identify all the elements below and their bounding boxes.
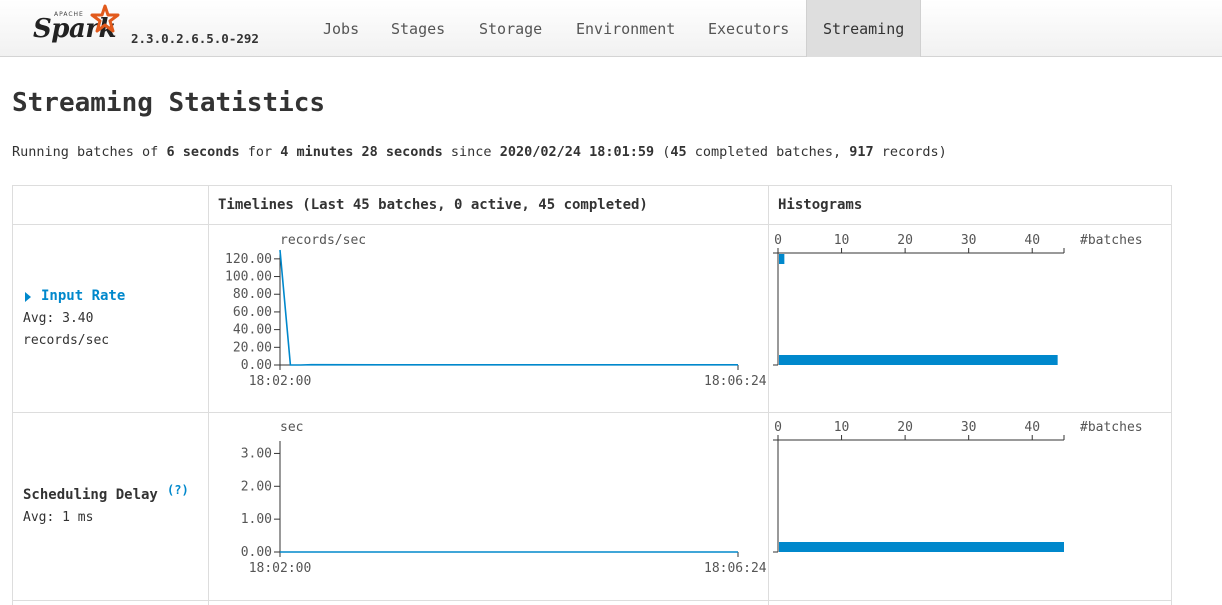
- y-axis-label: records/sec: [280, 233, 366, 248]
- x-tick-label: 30: [961, 420, 977, 435]
- page-title: Streaming Statistics: [12, 88, 326, 118]
- y-tick-label: 40.00: [233, 323, 272, 338]
- x-tick-label: 10: [834, 420, 850, 435]
- y-tick-label: 2.00: [241, 479, 272, 494]
- input-rate-avg-value: Avg: 3.40: [23, 311, 94, 326]
- x-axis-label: #batches: [1080, 233, 1143, 248]
- x-axis-label: #batches: [1080, 420, 1143, 435]
- tab-executors[interactable]: Executors: [692, 0, 805, 57]
- run-duration: 4 minutes 28 seconds: [280, 144, 443, 160]
- version-label: 2.3.0.2.6.5.0-292: [131, 31, 259, 46]
- y-tick-label: 1.00: [241, 512, 272, 527]
- histograms-header: Histograms: [778, 197, 863, 213]
- x-tick-label: 18:06:24: [704, 374, 767, 389]
- y-tick-label: 0.00: [241, 545, 272, 560]
- histogram-bar: [779, 254, 785, 264]
- tab-jobs[interactable]: Jobs: [307, 0, 375, 57]
- spark-star-icon: [90, 4, 120, 33]
- triangle-right-icon[interactable]: [25, 292, 31, 302]
- scheduling-delay-timeline-chart: sec 0.00 1.00 2.00 3.00 18:02:00 18:06:24: [241, 420, 767, 576]
- x-tick-label: 20: [897, 420, 913, 435]
- row-divider: [13, 600, 1171, 601]
- tab-streaming[interactable]: Streaming: [806, 0, 921, 57]
- y-tick-label: 80.00: [233, 287, 272, 302]
- y-tick-label: 20.00: [233, 340, 272, 355]
- timelines-header: Timelines (Last 45 batches, 0 active, 45…: [218, 197, 648, 213]
- scheduling-delay-avg: Avg: 1 ms: [23, 510, 94, 525]
- x-tick-label: 18:02:00: [249, 374, 312, 389]
- histogram-bar: [779, 355, 1058, 365]
- x-tick-label: 18:02:00: [249, 561, 312, 576]
- input-rate-histogram-chart: 0 10 20 30 40 #batches: [773, 233, 1143, 366]
- spark-logo[interactable]: APACHE Spark: [30, 2, 130, 50]
- tab-storage[interactable]: Storage: [463, 0, 558, 57]
- x-tick-label: 20: [897, 233, 913, 248]
- x-tick-label: 0: [774, 420, 782, 435]
- summary-text: Running batches of: [12, 144, 167, 160]
- top-navbar: APACHE Spark 2.3.0.2.6.5.0-292 Jobs Stag…: [0, 0, 1222, 57]
- scheduling-delay-histogram-chart: 0 10 20 30 40 #batches: [773, 420, 1143, 553]
- x-tick-label: 40: [1024, 233, 1040, 248]
- summary-text: completed batches,: [686, 144, 850, 160]
- summary-text: for: [239, 144, 281, 160]
- x-tick-label: 0: [774, 233, 782, 248]
- completed-batches-count: 45: [670, 144, 687, 160]
- y-tick-label: 100.00: [225, 270, 272, 285]
- start-time: 2020/02/24 18:01:59: [499, 144, 655, 160]
- input-rate-avg: Avg: 3.40 records/sec: [23, 308, 109, 352]
- records-count: 917: [849, 144, 874, 160]
- series-line: [279, 249, 738, 366]
- x-tick-label: 18:06:24: [704, 561, 767, 576]
- y-tick-label: 0.00: [241, 358, 272, 373]
- help-icon[interactable]: (?): [167, 483, 189, 497]
- y-tick-label: 120.00: [225, 252, 272, 267]
- y-axis-label: sec: [280, 420, 303, 435]
- summary-text: since: [442, 144, 500, 160]
- summary-text: records): [873, 144, 947, 160]
- y-tick-label: 60.00: [233, 305, 272, 320]
- summary-text: (: [654, 144, 671, 160]
- input-rate-link[interactable]: Input Rate: [41, 288, 125, 304]
- x-tick-label: 40: [1024, 420, 1040, 435]
- histogram-bar: [779, 542, 1064, 552]
- input-rate-timeline-chart: records/sec 0.00 20.00 40.00 60.00 80.00 100.0…: [225, 233, 767, 389]
- x-tick-label: 30: [961, 233, 977, 248]
- tab-stages[interactable]: Stages: [375, 0, 461, 57]
- tab-environment[interactable]: Environment: [560, 0, 691, 57]
- batch-interval: 6 seconds: [166, 144, 240, 160]
- x-tick-label: 10: [834, 233, 850, 248]
- input-rate-unit: records/sec: [23, 333, 110, 348]
- summary-line: Running batches of 6 seconds for 4 minut…: [12, 144, 947, 160]
- row-divider: [13, 224, 1171, 225]
- scheduling-delay-label: Scheduling Delay: [23, 487, 158, 503]
- y-tick-label: 3.00: [241, 446, 272, 461]
